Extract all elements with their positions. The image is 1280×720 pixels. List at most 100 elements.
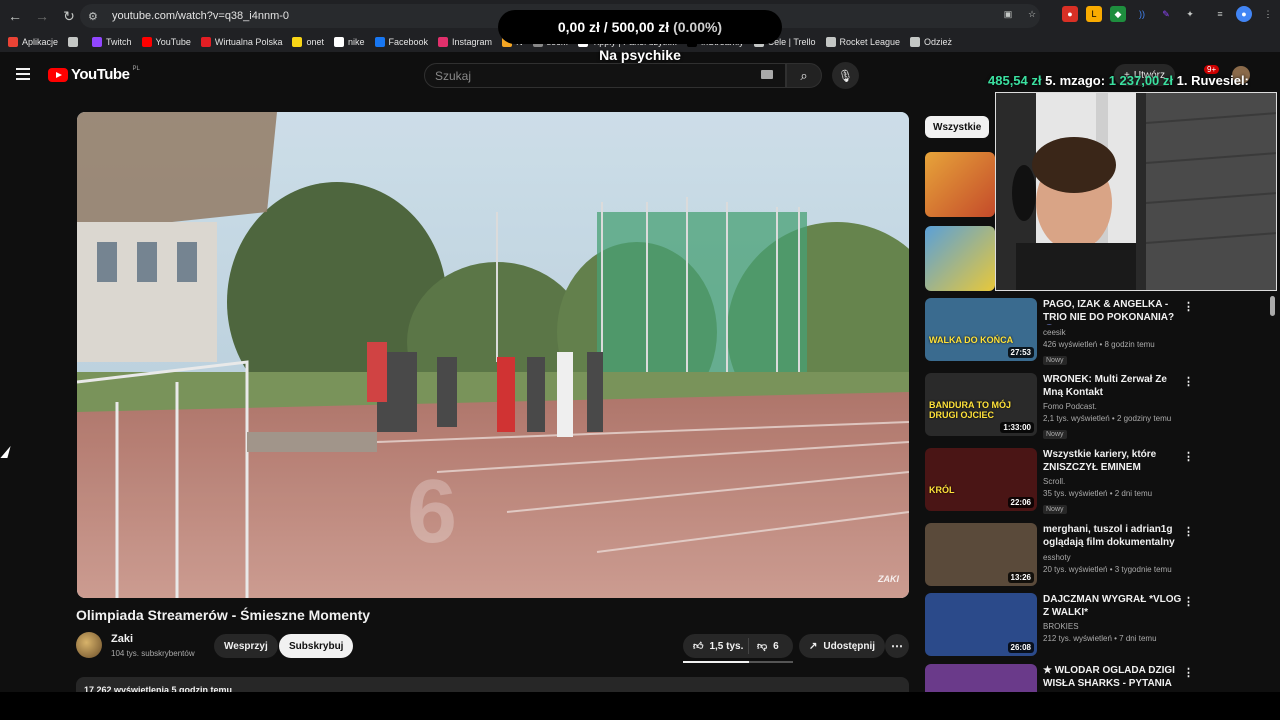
new-badge: Nowy	[1043, 356, 1067, 365]
back-icon[interactable]: ←	[3, 4, 27, 28]
like-button[interactable]: 👍︎ 1,5 tys.	[683, 638, 749, 654]
ticker-text-1: 5. mzago:	[1041, 73, 1109, 88]
extension-blue-icon[interactable]: ))	[1134, 6, 1150, 22]
recommendation-title[interactable]: ★ WLODAR OGLADA DZIGI WISŁA SHARKS - PYT…	[1043, 664, 1183, 691]
bookmark-item[interactable]: Instagram	[438, 37, 492, 47]
subscribe-button[interactable]: Subskrybuj	[279, 634, 354, 658]
bookmark-favicon-icon	[333, 37, 344, 47]
mouse-cursor	[0, 446, 11, 458]
forward-icon[interactable]: →	[30, 4, 54, 28]
bookmark-label: Odzież	[924, 37, 953, 47]
recommendation-channel[interactable]: esshoty	[1043, 553, 1183, 562]
video-duration: 27:53	[1007, 347, 1034, 358]
profile-icon[interactable]: ●	[1236, 6, 1252, 22]
video-watermark: ZAKI	[878, 574, 899, 584]
recommendation-channel[interactable]: BROKIES	[1043, 622, 1183, 631]
youtube-logo[interactable]: YouTube PL	[48, 66, 140, 83]
menu-hamburger-icon[interactable]	[16, 68, 30, 80]
thumbnail-caption: KRÓL	[929, 485, 955, 495]
chip-all[interactable]: Wszystkie	[925, 116, 990, 138]
more-vertical-icon[interactable]: ⋮	[1183, 595, 1194, 608]
recommendation-title[interactable]: PAGO, IZAK & ANGELKA - TRIO NIE DO POKON…	[1043, 298, 1183, 325]
reload-icon[interactable]: ↻	[57, 4, 81, 28]
channel-name[interactable]: Zaki	[111, 633, 133, 645]
recommendation-item[interactable]: 13:26 merghani, tuszol i adrian1g oglądaj…	[925, 523, 1275, 591]
more-vertical-icon[interactable]: ⋮	[1183, 300, 1194, 313]
bookmark-label: Twitch	[106, 37, 132, 47]
bookmark-favicon-icon	[292, 37, 303, 47]
recommendation-title[interactable]: WRONEK: Multi Zerwał Ze Mną Kontakt	[1043, 373, 1183, 399]
recommendation-thumbnail[interactable]: KRÓL 22:06	[925, 448, 1037, 511]
site-info-icon[interactable]: ⚙	[88, 10, 106, 23]
sidebar-scrollbar[interactable]	[1270, 296, 1275, 316]
more-vertical-icon[interactable]: ⋮	[1183, 450, 1194, 463]
extension-red-icon[interactable]: ●	[1062, 6, 1078, 22]
recommendation-thumbnail[interactable]: 26:08	[925, 593, 1037, 656]
thumbs-down-icon: 👎︎	[757, 641, 768, 652]
bookmark-item[interactable]	[68, 37, 82, 47]
bookmark-label: Wirtualna Polska	[214, 37, 283, 47]
recommendation-info: Wszystkie kariery, które ZNISZCZYŁ EMINE…	[1043, 448, 1183, 516]
recommendation-item[interactable]: KRÓL 22:06 Wszystkie kariery, które ZNISZC…	[925, 448, 1275, 516]
more-vertical-icon[interactable]: ⋮	[1183, 666, 1194, 679]
search-input[interactable]: Szukaj	[424, 63, 786, 88]
streamer-webcam	[995, 92, 1277, 291]
bookmark-item[interactable]: Aplikacje	[8, 37, 58, 47]
recommendation-channel[interactable]: ceesik	[1043, 328, 1183, 337]
recommendation-channel[interactable]: Fomo Podcast.	[1043, 402, 1183, 411]
bookmark-item[interactable]: Odzież	[910, 37, 952, 47]
support-button[interactable]: Wesprzyj	[214, 634, 278, 658]
bookmark-item[interactable]: Twitch	[92, 37, 132, 47]
recommendation-thumbnail[interactable]: BANDURA TO MÓJ DRUGI OJCIEC 1:33:00	[925, 373, 1037, 436]
share-label: Udostępnij	[823, 640, 876, 652]
extension-purple-icon[interactable]: ✎	[1158, 6, 1174, 22]
donation-percent: (0.00%)	[673, 19, 723, 35]
bookmark-favicon-icon	[374, 37, 385, 47]
search-icon: ⌕	[800, 67, 808, 83]
extension-green-icon[interactable]: ◆	[1110, 6, 1126, 22]
recommendation-item[interactable]: 26:08 DAJCZMAN WYGRAŁ *VLOG Z WALKI* BROKI…	[925, 593, 1275, 661]
bookmark-item[interactable]: onet	[292, 37, 324, 47]
recommendation-meta: 426 wyświetleń • 8 godzin temu	[1043, 340, 1155, 349]
extension-yellow-icon[interactable]: L	[1086, 6, 1102, 22]
share-button[interactable]: ↗ Udostępnij	[799, 634, 886, 658]
video-frame: 6	[77, 112, 909, 598]
stream-donation-ticker: 485,54 zł 5. mzago: 1 237,00 zł 1. Ruves…	[988, 73, 1249, 88]
bookmark-label: onet	[306, 37, 324, 47]
voice-search-button[interactable]: 🎙	[832, 62, 859, 89]
bookmark-favicon-icon	[200, 37, 211, 47]
video-player[interactable]: 6 ZAKI	[77, 112, 909, 598]
recommendation-thumbnail[interactable]: WALKA DO KOŃCA 27:53	[925, 298, 1037, 361]
donation-goal-widget: 0,00 zł / 500,00 zł (0.00%)	[498, 10, 782, 44]
bookmark-item[interactable]: Wirtualna Polska	[200, 37, 283, 47]
like-count: 1,5 tys.	[709, 640, 744, 652]
more-actions-button[interactable]: ⋯	[885, 634, 909, 658]
extensions-puzzle-icon[interactable]: ✦	[1182, 6, 1198, 22]
sidebar-thumbnail-partial-1[interactable]	[925, 152, 995, 217]
bookmark-item[interactable]: nike	[333, 37, 365, 47]
bookmark-item[interactable]: YouTube	[141, 37, 191, 47]
search-button[interactable]: ⌕	[786, 63, 822, 88]
mic-icon: 🎙	[837, 68, 854, 83]
screenshot-icon[interactable]: ▣	[1000, 6, 1016, 22]
more-vertical-icon[interactable]: ⋮	[1183, 525, 1194, 538]
recommendation-title[interactable]: DAJCZMAN WYGRAŁ *VLOG Z WALKI*	[1043, 593, 1183, 619]
recommendation-channel[interactable]: Scroll.	[1043, 477, 1183, 486]
media-control-icon[interactable]: ≡	[1212, 6, 1228, 22]
channel-avatar[interactable]	[76, 632, 102, 658]
recommendation-title[interactable]: Wszystkie kariery, które ZNISZCZYŁ EMINE…	[1043, 448, 1183, 474]
bookmark-star-icon[interactable]: ☆	[1024, 6, 1040, 22]
search-placeholder: Szukaj	[435, 68, 472, 83]
bookmark-favicon-icon	[141, 37, 152, 47]
bookmark-item[interactable]: Rocket League	[825, 37, 900, 47]
sidebar-thumbnail-partial-2[interactable]	[925, 226, 995, 291]
dislike-button[interactable]: 👎︎ 6	[749, 640, 779, 653]
recommendation-thumbnail[interactable]: 13:26	[925, 523, 1037, 586]
keyboard-icon[interactable]	[761, 70, 773, 79]
bookmark-item[interactable]: Facebook	[374, 37, 428, 47]
recommendation-item[interactable]: WALKA DO KOŃCA 27:53 PAGO, IZAK & ANGELKA …	[925, 298, 1275, 366]
recommendation-title[interactable]: merghani, tuszol i adrian1g oglądają fil…	[1043, 523, 1183, 550]
more-vertical-icon[interactable]: ⋮	[1183, 375, 1194, 388]
recommendation-item[interactable]: BANDURA TO MÓJ DRUGI OJCIEC 1:33:00 WRONEK…	[925, 373, 1275, 441]
menu-kebab-icon[interactable]: ⋮	[1260, 6, 1276, 22]
